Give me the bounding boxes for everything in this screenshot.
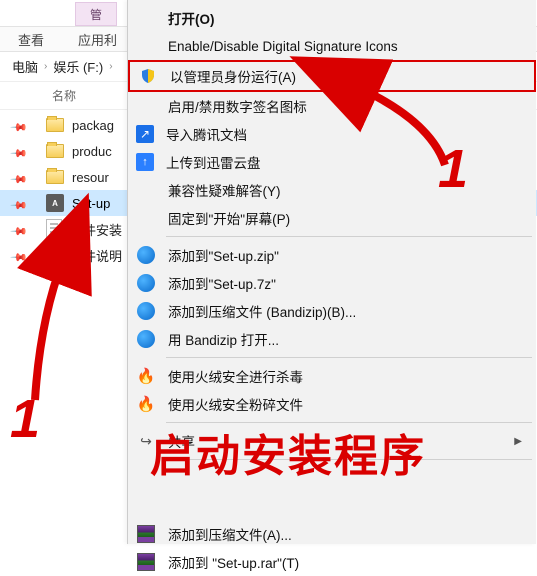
blank-icon bbox=[136, 96, 156, 116]
pin-icon: 📌 bbox=[12, 170, 26, 184]
menu-compat-troubleshoot[interactable]: 兼容性疑难解答(Y) bbox=[128, 176, 536, 204]
folder-icon bbox=[46, 118, 64, 132]
blank-icon bbox=[136, 208, 156, 228]
menu-label: 使用火绒安全进行杀毒 bbox=[168, 366, 303, 386]
pin-icon: 📌 bbox=[12, 144, 26, 158]
menu-label: 启用/禁用数字签名图标 bbox=[168, 96, 307, 116]
column-name[interactable]: 名称 bbox=[0, 87, 76, 104]
file-label: 软件说明 bbox=[70, 246, 122, 265]
ribbon-view-tab[interactable]: 查看 bbox=[0, 30, 62, 49]
pin-icon: 📌 bbox=[12, 222, 26, 236]
menu-huorong-shred[interactable]: 🔥 使用火绒安全粉碎文件 bbox=[128, 390, 536, 418]
winrar-icon bbox=[136, 524, 156, 544]
pin-icon: 📌 bbox=[12, 196, 26, 210]
exe-icon: A bbox=[46, 194, 64, 212]
blank-icon bbox=[136, 8, 156, 28]
menu-signature-zh[interactable]: 启用/禁用数字签名图标 bbox=[128, 92, 536, 120]
folder-icon bbox=[46, 170, 64, 184]
menu-label: 添加到压缩文件(A)... bbox=[168, 524, 292, 544]
menu-separator bbox=[166, 236, 532, 237]
folder-icon bbox=[46, 144, 64, 158]
menu-label: 兼容性疑难解答(Y) bbox=[168, 180, 281, 200]
menu-separator bbox=[166, 459, 532, 460]
text-file-icon bbox=[46, 245, 62, 265]
menu-label: 共享 bbox=[168, 431, 195, 451]
menu-run-as-admin[interactable]: 以管理员身份运行(A) bbox=[128, 60, 536, 92]
tencent-icon: ↗ bbox=[136, 125, 154, 143]
blank-icon bbox=[136, 180, 156, 200]
menu-label: Enable/Disable Digital Signature Icons bbox=[168, 39, 398, 54]
flame-icon: 🔥 bbox=[136, 394, 156, 414]
menu-huorong-scan[interactable]: 🔥 使用火绒安全进行杀毒 bbox=[128, 362, 536, 390]
menu-label: 打开(O) bbox=[168, 8, 215, 28]
menu-label: 以管理员身份运行(A) bbox=[170, 66, 296, 86]
menu-tencent-docs[interactable]: ↗ 导入腾讯文档 bbox=[128, 120, 536, 148]
menu-bandizip-7z[interactable]: 添加到"Set-up.7z" bbox=[128, 269, 536, 297]
menu-label: 用 Bandizip 打开... bbox=[168, 329, 279, 349]
file-label: produc bbox=[72, 144, 112, 159]
menu-label: 上传到迅雷云盘 bbox=[166, 152, 261, 172]
bandizip-icon bbox=[136, 245, 156, 265]
ribbon-app-tab[interactable]: 应用利 bbox=[62, 30, 133, 49]
menu-open[interactable]: 打开(O) bbox=[128, 4, 536, 32]
menu-pin-start[interactable]: 固定到"开始"屏幕(P) bbox=[128, 204, 536, 232]
menu-bandizip-open[interactable]: 用 Bandizip 打开... bbox=[128, 325, 536, 353]
menu-signature-icons[interactable]: Enable/Disable Digital Signature Icons bbox=[128, 32, 536, 60]
file-label: packag bbox=[72, 118, 114, 133]
file-label: Set-up bbox=[72, 196, 110, 211]
annotation-step-1a: 1 bbox=[10, 388, 40, 450]
flame-icon: 🔥 bbox=[136, 366, 156, 386]
winrar-icon bbox=[136, 552, 156, 572]
chevron-right-icon: ▶ bbox=[514, 436, 522, 447]
menu-label: 添加到压缩文件 (Bandizip)(B)... bbox=[168, 301, 356, 321]
menu-label: 添加到 "Set-up.rar"(T) bbox=[168, 552, 299, 572]
crumb-pc[interactable]: 电脑 bbox=[6, 57, 44, 76]
menu-separator bbox=[166, 357, 532, 358]
share-icon: ↪ bbox=[136, 431, 156, 451]
menu-separator bbox=[166, 422, 532, 423]
chevron-right-icon: › bbox=[109, 61, 112, 72]
bandizip-icon bbox=[136, 273, 156, 293]
menu-label: 添加到"Set-up.zip" bbox=[168, 245, 279, 265]
context-menu: 打开(O) Enable/Disable Digital Signature I… bbox=[127, 0, 536, 544]
menu-label: 添加到"Set-up.7z" bbox=[168, 273, 276, 293]
xunlei-icon: ↑ bbox=[136, 153, 154, 171]
crumb-drive[interactable]: 娱乐 (F:) bbox=[47, 57, 109, 76]
bandizip-icon bbox=[136, 301, 156, 321]
ribbon-context-tab[interactable]: 管 bbox=[75, 2, 117, 26]
pin-icon: 📌 bbox=[12, 118, 26, 132]
menu-label: 固定到"开始"屏幕(P) bbox=[168, 208, 290, 228]
pin-icon: 📌 bbox=[12, 248, 26, 262]
menu-winrar-setup-rar[interactable]: 添加到 "Set-up.rar"(T) bbox=[128, 548, 536, 576]
bandizip-icon bbox=[136, 329, 156, 349]
file-label: 软件安装 bbox=[70, 220, 122, 239]
text-file-icon bbox=[46, 219, 62, 239]
menu-label: 导入腾讯文档 bbox=[166, 124, 247, 144]
menu-xunlei-upload[interactable]: ↑ 上传到迅雷云盘 bbox=[128, 148, 536, 176]
menu-bandizip-zip[interactable]: 添加到"Set-up.zip" bbox=[128, 241, 536, 269]
menu-bandizip-archive[interactable]: 添加到压缩文件 (Bandizip)(B)... bbox=[128, 297, 536, 325]
menu-label: 使用火绒安全粉碎文件 bbox=[168, 394, 303, 414]
blank-icon bbox=[136, 36, 156, 56]
shield-icon bbox=[138, 66, 158, 86]
file-label: resour bbox=[72, 170, 109, 185]
menu-share[interactable]: ↪ 共享 ▶ bbox=[128, 427, 536, 455]
